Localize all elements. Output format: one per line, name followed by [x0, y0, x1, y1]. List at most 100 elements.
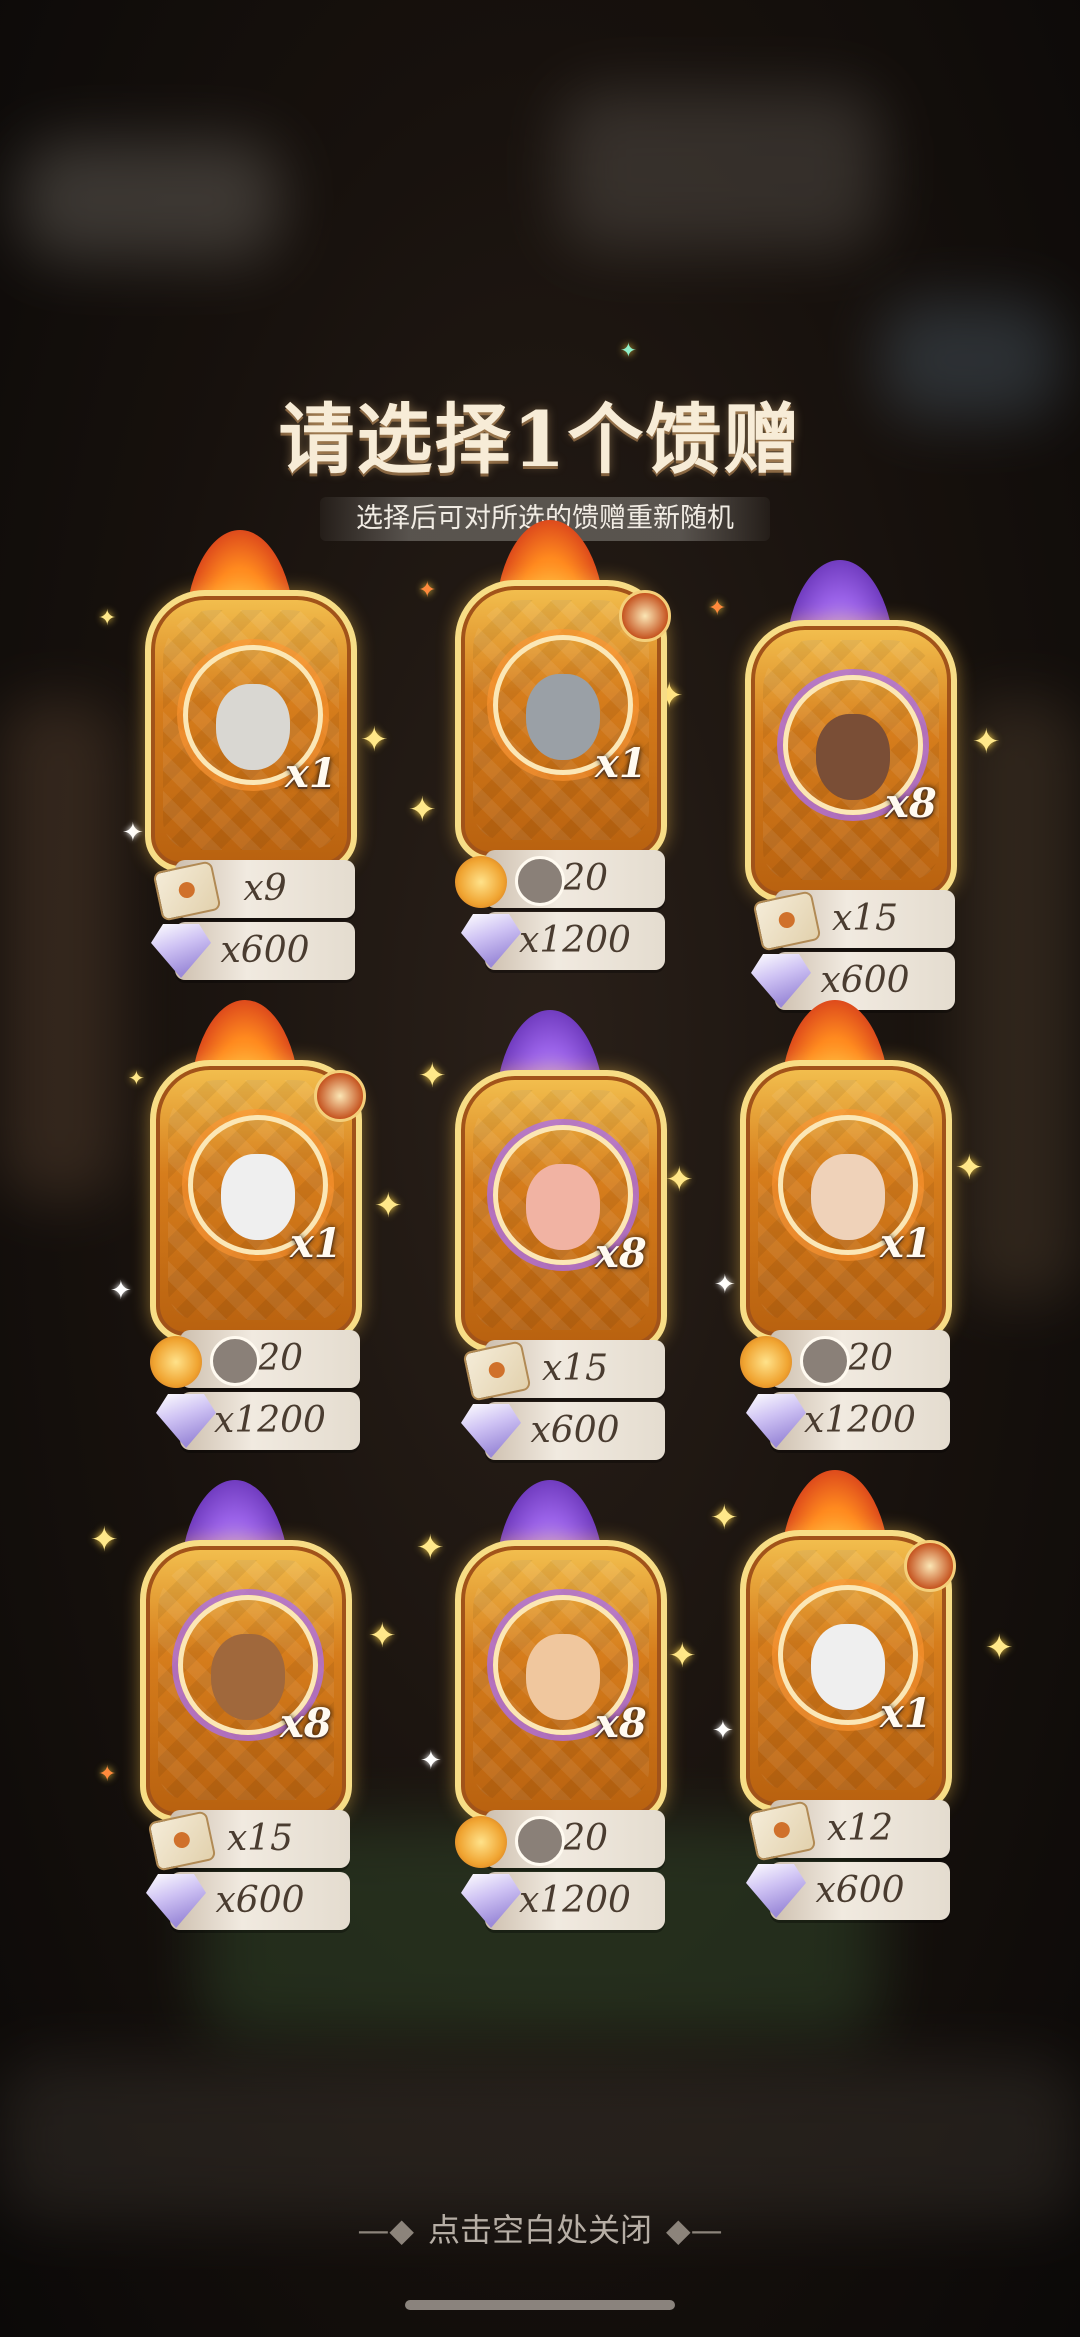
- reward-row: x9: [152, 860, 355, 922]
- reward-amount: x600: [815, 1870, 905, 1911]
- reward-row: x15: [147, 1810, 350, 1872]
- avatar: [800, 1336, 850, 1386]
- letter-icon: [462, 1340, 532, 1402]
- reward-amount: x15: [831, 898, 899, 939]
- sparkle-icon: ✦: [110, 1276, 132, 1306]
- reward-row: x600: [746, 1862, 950, 1920]
- reward-row: x20: [150, 1330, 360, 1388]
- crystal-icon: [461, 1874, 521, 1928]
- gift-card[interactable]: x8 x15 x600: [455, 1010, 667, 1460]
- sparkle-icon: ✦: [90, 1520, 119, 1560]
- reward-row: x1200: [461, 912, 665, 970]
- coin-icon: [150, 1336, 202, 1388]
- sparkle-icon: ✦: [972, 722, 1001, 762]
- reward-amount: x1200: [519, 1880, 631, 1921]
- sparkle-icon: ✦: [620, 338, 637, 362]
- gift-card[interactable]: x1 x20 x1200: [150, 1000, 366, 1450]
- mailbox-icon: [152, 860, 222, 922]
- card-multiplier: x8: [280, 1700, 332, 1747]
- card-multiplier: x8: [595, 1230, 647, 1277]
- reward-row: x1200: [461, 1872, 665, 1930]
- character-face: [221, 1154, 295, 1240]
- bg-shape: [560, 90, 880, 250]
- reward-amount: x12: [826, 1808, 894, 1849]
- crystal-icon: [146, 1874, 206, 1928]
- home-indicator[interactable]: [405, 2300, 675, 2310]
- coin-icon: [455, 856, 507, 908]
- character-badge-icon: [314, 1070, 366, 1122]
- crystal-icon: [746, 1394, 806, 1448]
- reward-amount: x1200: [519, 920, 631, 961]
- reward-row: x600: [146, 1872, 350, 1930]
- gift-card[interactable]: x8 x15 x600: [140, 1480, 352, 1930]
- reward-amount: x600: [215, 1880, 305, 1921]
- bg-shape: [0, 700, 120, 1200]
- divider: —◆: [357, 2211, 414, 2249]
- card-multiplier: x1: [880, 1690, 932, 1737]
- close-hint-text: 点击空白处关闭: [427, 2211, 652, 2249]
- page-title: 请选择1个馈赠: [278, 395, 802, 484]
- crystal-icon: [461, 914, 521, 968]
- letter-icon: [752, 890, 822, 952]
- close-hint[interactable]: —◆ 点击空白处关闭 ◆—: [0, 2205, 1080, 2251]
- avatar: [210, 1336, 260, 1386]
- reward-amount: x600: [820, 960, 910, 1001]
- crystal-icon: [156, 1394, 216, 1448]
- divider: ◆—: [666, 2211, 723, 2249]
- character-face: [816, 714, 890, 800]
- avatar: [515, 1816, 565, 1866]
- gift-card[interactable]: x1 x20 x1200: [455, 520, 671, 970]
- letter-icon: [747, 1800, 817, 1862]
- sparkle-icon: ✦: [418, 1056, 447, 1096]
- sparkle-icon: ✦: [98, 1762, 117, 1787]
- gift-card[interactable]: x1 x20 x1200: [740, 1000, 952, 1450]
- sparkle-icon: ✦: [712, 1716, 734, 1746]
- reward-row: x20: [455, 1810, 665, 1868]
- sparkle-icon: ✦: [128, 1066, 145, 1090]
- reward-row: x15: [462, 1340, 665, 1402]
- character-face: [211, 1634, 285, 1720]
- coin-icon: [455, 1816, 507, 1868]
- gift-card[interactable]: x8 x15 x600: [745, 560, 957, 1010]
- gift-card[interactable]: x1 x12 x600: [740, 1470, 956, 1920]
- reward-row: x1200: [156, 1392, 360, 1450]
- card-multiplier: x1: [290, 1220, 342, 1267]
- character-face: [526, 1164, 600, 1250]
- sparkle-icon: ✦: [665, 1160, 694, 1200]
- card-multiplier: x1: [595, 740, 647, 787]
- character-face: [811, 1154, 885, 1240]
- gift-card[interactable]: x8 x20 x1200: [455, 1480, 667, 1930]
- reward-row: x20: [455, 850, 665, 908]
- sparkle-icon: ✦: [668, 1636, 697, 1676]
- sparkle-icon: ✦: [374, 1186, 403, 1226]
- character-badge-icon: [904, 1540, 956, 1592]
- reward-amount: x1200: [214, 1400, 326, 1441]
- card-multiplier: x1: [285, 750, 337, 797]
- reward-amount: x15: [226, 1818, 294, 1859]
- reward-amount: x15: [541, 1348, 609, 1389]
- sparkle-icon: ✦: [714, 1270, 736, 1300]
- card-multiplier: x8: [595, 1700, 647, 1747]
- sparkle-icon: ✦: [710, 1498, 739, 1538]
- card-multiplier: x8: [885, 780, 937, 827]
- reward-row: x600: [151, 922, 355, 980]
- crystal-icon: [746, 1864, 806, 1918]
- gift-card[interactable]: x1 x9 x600: [145, 530, 357, 980]
- bg-shape: [20, 140, 280, 260]
- reward-amount: x600: [530, 1410, 620, 1451]
- letter-icon: [147, 1810, 217, 1872]
- reward-row: x20: [740, 1330, 950, 1388]
- character-badge-icon: [619, 590, 671, 642]
- sparkle-icon: ✦: [360, 720, 389, 760]
- reward-row: x15: [752, 890, 955, 952]
- reward-amount: x9: [243, 868, 287, 909]
- sparkle-icon: ✦: [416, 1528, 445, 1568]
- reward-amount: x1200: [804, 1400, 916, 1441]
- character-face: [526, 674, 600, 760]
- sparkle-icon: ✦: [420, 1746, 442, 1776]
- character-face: [526, 1634, 600, 1720]
- avatar: [515, 856, 565, 906]
- sparkle-icon: ✦: [368, 1616, 397, 1656]
- sparkle-icon: ✦: [122, 818, 144, 848]
- bg-shape: [960, 700, 1080, 1300]
